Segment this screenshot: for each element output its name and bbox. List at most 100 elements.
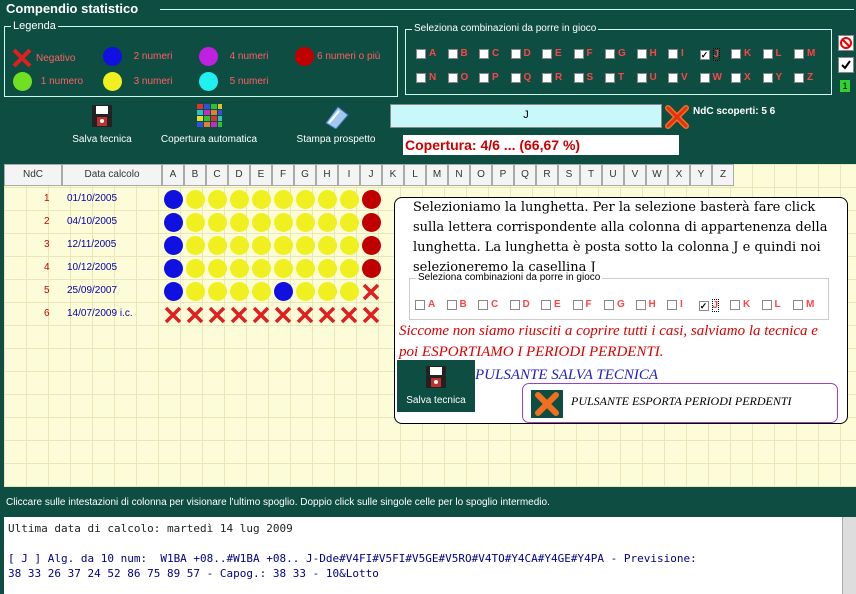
cell-dot[interactable]	[208, 213, 227, 232]
checkbox-box[interactable]	[762, 48, 773, 59]
checkbox-f[interactable]: F	[572, 299, 592, 310]
column-header-p[interactable]: P	[492, 164, 514, 186]
checkbox-box[interactable]	[762, 72, 773, 83]
x-icon[interactable]	[339, 305, 359, 325]
cell-dot[interactable]	[208, 190, 227, 209]
checkbox-c[interactable]: C	[479, 48, 499, 59]
checkbox-y[interactable]: Y	[762, 72, 782, 83]
x-icon[interactable]	[361, 282, 381, 302]
checkbox-box[interactable]	[636, 72, 647, 83]
column-header-ndc[interactable]: NdC	[4, 164, 62, 186]
checkbox-box[interactable]	[479, 72, 489, 83]
checkbox-e[interactable]: E	[541, 299, 561, 310]
column-header-m[interactable]: M	[426, 164, 448, 186]
no-entry-icon[interactable]	[838, 35, 854, 51]
cell-dot[interactable]	[208, 236, 227, 255]
checkbox-box[interactable]	[478, 299, 488, 310]
checkbox-box[interactable]	[479, 48, 489, 59]
checkbox-b[interactable]: B	[447, 48, 468, 59]
column-header-o[interactable]: O	[470, 164, 492, 186]
checkbox-box[interactable]	[541, 299, 551, 310]
column-header-a[interactable]: A	[162, 164, 184, 186]
column-header-i[interactable]: I	[338, 164, 360, 186]
checkbox-v[interactable]: V	[668, 72, 688, 83]
checkbox-a[interactable]: A	[415, 299, 435, 310]
cell-dot[interactable]	[274, 213, 293, 232]
cell-dot[interactable]	[296, 213, 315, 232]
checkbox-r[interactable]: R	[542, 72, 562, 83]
checkbox-box[interactable]	[794, 48, 804, 59]
cell-dot[interactable]	[230, 213, 249, 232]
checkbox-d[interactable]: D	[509, 299, 530, 310]
cell-dot[interactable]	[230, 236, 249, 255]
checkbox-o[interactable]: O	[447, 72, 468, 83]
cell-dot[interactable]	[186, 259, 205, 278]
cell-dot[interactable]	[208, 259, 227, 278]
checkbox-j[interactable]: ✓ J	[698, 299, 720, 312]
checkbox-box[interactable]	[636, 48, 647, 59]
cell-dot[interactable]	[274, 190, 293, 209]
checkbox-h[interactable]: H	[636, 48, 657, 59]
cell-dot[interactable]	[318, 282, 337, 301]
column-header-f[interactable]: F	[272, 164, 294, 186]
checkbox-k[interactable]: K	[730, 299, 750, 310]
cell-dot[interactable]	[340, 236, 359, 255]
cell-dot[interactable]	[274, 236, 293, 255]
cell-dot[interactable]	[252, 213, 271, 232]
selected-combination-field[interactable]: J	[390, 104, 662, 128]
column-header-s[interactable]: S	[558, 164, 580, 186]
salva-tecnica-button-callout[interactable]: Salva tecnica	[397, 360, 475, 412]
checkbox-box[interactable]	[761, 299, 772, 310]
checkbox-d[interactable]: D	[510, 48, 531, 59]
checkbox-box[interactable]	[605, 48, 615, 59]
x-icon[interactable]	[361, 305, 381, 325]
column-header-g[interactable]: G	[294, 164, 316, 186]
checkbox-box[interactable]	[447, 72, 458, 83]
stampa-prospetto-button[interactable]: Stampa prospetto	[288, 103, 384, 145]
cell-dot[interactable]	[164, 213, 183, 232]
column-header-v[interactable]: V	[624, 164, 646, 186]
column-header-x[interactable]: X	[668, 164, 690, 186]
checkmark-icon[interactable]	[838, 57, 854, 73]
checkbox-box[interactable]: ✓	[699, 49, 710, 60]
checkbox-box[interactable]	[510, 72, 521, 83]
output-textarea[interactable]: Ultima data di calcolo: martedì 14 lug 2…	[4, 517, 842, 594]
column-header-c[interactable]: C	[206, 164, 228, 186]
cell-dot[interactable]	[186, 213, 205, 232]
x-icon[interactable]	[273, 305, 293, 325]
column-header-d[interactable]: D	[228, 164, 250, 186]
checkbox-q[interactable]: Q	[510, 72, 531, 83]
cell-dot[interactable]	[296, 282, 315, 301]
column-header-data-calcolo[interactable]: Data calcolo	[62, 164, 162, 186]
checkbox-j[interactable]: ✓ J	[699, 48, 721, 61]
checkbox-box[interactable]	[605, 72, 615, 83]
checkbox-t[interactable]: T	[605, 72, 624, 83]
checkbox-box[interactable]	[635, 299, 646, 310]
cell-dot[interactable]	[362, 259, 381, 278]
checkbox-box[interactable]	[667, 299, 677, 310]
cell-dot[interactable]	[274, 259, 293, 278]
checkbox-box[interactable]	[573, 48, 584, 59]
checkbox-box[interactable]	[416, 72, 426, 83]
column-header-n[interactable]: N	[448, 164, 470, 186]
checkbox-h[interactable]: H	[635, 299, 656, 310]
x-icon[interactable]	[251, 305, 271, 325]
checkbox-box[interactable]	[415, 299, 425, 310]
checkbox-box[interactable]	[668, 72, 678, 83]
cell-dot[interactable]	[318, 259, 337, 278]
checkbox-p[interactable]: P	[479, 72, 499, 83]
cell-dot[interactable]	[274, 282, 293, 301]
checkbox-w[interactable]: W	[699, 72, 722, 83]
checkbox-u[interactable]: U	[636, 72, 657, 83]
column-header-u[interactable]: U	[602, 164, 624, 186]
cell-dot[interactable]	[318, 213, 337, 232]
cell-dot[interactable]	[318, 190, 337, 209]
x-icon[interactable]	[317, 305, 337, 325]
x-icon[interactable]	[295, 305, 315, 325]
checkbox-l[interactable]: L	[762, 48, 782, 59]
checkbox-l[interactable]: L	[761, 299, 781, 310]
cell-dot[interactable]	[230, 282, 249, 301]
x-icon[interactable]	[664, 104, 690, 133]
checkbox-g[interactable]: G	[604, 299, 625, 310]
column-header-j[interactable]: J	[360, 164, 382, 186]
